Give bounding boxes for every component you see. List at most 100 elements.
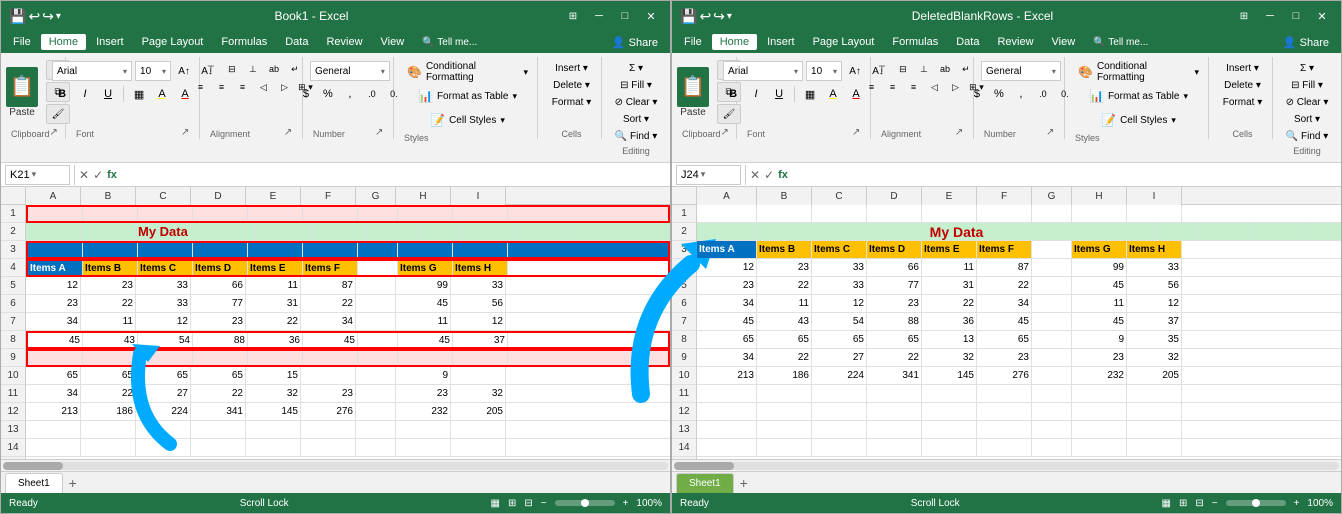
cell-2a-1[interactable] — [26, 223, 81, 240]
align-top-btn-1[interactable]: ⊤ — [201, 61, 221, 77]
font-name-box-2[interactable]: Arial ▾ — [723, 61, 803, 81]
cond-format-btn-1[interactable]: 🎨 Conditional Formatting ▾ — [404, 61, 531, 83]
col-header-d-2[interactable]: D — [867, 187, 922, 205]
scrollbar-h-2[interactable] — [672, 459, 1341, 471]
cell-3e-1[interactable] — [248, 243, 303, 257]
cell-9c-2[interactable]: 27 — [812, 349, 867, 366]
cell-8a-2[interactable]: 65 — [697, 331, 757, 348]
cell-13g-2[interactable] — [1032, 421, 1072, 438]
cell-14f-2[interactable] — [977, 439, 1032, 456]
cell-5d-2[interactable]: 77 — [867, 277, 922, 294]
menu-view-2[interactable]: View — [1044, 34, 1084, 50]
italic-btn-2[interactable]: I — [746, 84, 766, 104]
cell-4a-2[interactable]: 12 — [697, 259, 757, 276]
cell-3c-1[interactable] — [138, 243, 193, 257]
row-num-14-2[interactable]: 14 — [672, 439, 696, 457]
cell-14a-2[interactable] — [697, 439, 757, 456]
indent-increase-btn-1[interactable]: ▷ — [274, 79, 294, 95]
row-num-9-1[interactable]: 9 — [1, 349, 25, 367]
cell-3g-1[interactable] — [358, 243, 398, 257]
sort-btn-2[interactable]: Sort ▾ — [1290, 112, 1324, 127]
cell-7f-2[interactable]: 45 — [977, 313, 1032, 330]
cell-1b-2[interactable] — [757, 205, 812, 222]
cell-13c-1[interactable] — [136, 421, 191, 438]
cell-14i-1[interactable] — [451, 439, 506, 456]
font-size-box-2[interactable]: 10 ▾ — [806, 61, 842, 81]
col-header-b-2[interactable]: B — [757, 187, 812, 205]
cell-5i-1[interactable]: 33 — [451, 277, 506, 294]
cell-10c-1[interactable]: 65 — [136, 367, 191, 384]
cell-6h-2[interactable]: 11 — [1072, 295, 1127, 312]
scrollbar-thumb-1[interactable] — [3, 462, 63, 470]
cell-4c-1[interactable]: Items C — [138, 261, 193, 275]
font-launcher-1[interactable]: ↗ — [181, 127, 193, 139]
cell-8g-2[interactable] — [1032, 331, 1072, 348]
cell-3i-1[interactable] — [453, 243, 508, 257]
cell-5d-1[interactable]: 66 — [191, 277, 246, 294]
comma-btn-1[interactable]: , — [340, 84, 360, 104]
font-name-box-1[interactable]: Arial ▾ — [52, 61, 132, 81]
cell-9h-2[interactable]: 23 — [1072, 349, 1127, 366]
cell-4f-1[interactable]: Items F — [303, 261, 358, 275]
close-btn-2[interactable]: ✕ — [1311, 5, 1333, 27]
cell-4h-1[interactable]: Items G — [398, 261, 453, 275]
cell-7d-1[interactable]: 23 — [191, 313, 246, 330]
cell-10h-2[interactable]: 232 — [1072, 367, 1127, 384]
cell-9h-1[interactable] — [398, 351, 453, 365]
cell-3h-1[interactable] — [398, 243, 453, 257]
cell-10e-1[interactable]: 15 — [246, 367, 301, 384]
view-page-break-icon-1[interactable]: ⊟ — [524, 498, 532, 509]
scrollbar-h-1[interactable] — [1, 459, 670, 471]
cell-14g-2[interactable] — [1032, 439, 1072, 456]
font-size-box-1[interactable]: 10 ▾ — [135, 61, 171, 81]
cell-2d-1[interactable] — [256, 223, 311, 240]
comma-btn-2[interactable]: , — [1011, 84, 1031, 104]
format-table-btn-1[interactable]: 📊 Format as Table ▾ — [415, 85, 520, 107]
cell-11g-2[interactable] — [1032, 385, 1072, 402]
cell-9c-1[interactable] — [138, 351, 193, 365]
confirm-formula-2[interactable]: ✓ — [764, 168, 774, 182]
cell-4g-1[interactable] — [358, 261, 398, 275]
cell-12a-2[interactable] — [697, 403, 757, 420]
cell-3f-1[interactable] — [303, 243, 358, 257]
cancel-formula-2[interactable]: ✕ — [750, 168, 760, 182]
indent-decrease-btn-2[interactable]: ◁ — [924, 79, 944, 95]
cell-9b-2[interactable]: 22 — [757, 349, 812, 366]
cell-11c-1[interactable]: 27 — [136, 385, 191, 402]
zoom-out-btn-1[interactable]: − — [541, 498, 547, 509]
cell-7h-1[interactable]: 11 — [396, 313, 451, 330]
cell-8d-2[interactable]: 65 — [867, 331, 922, 348]
sort-btn-1[interactable]: Sort ▾ — [619, 112, 653, 127]
cell-1i-2[interactable] — [1127, 205, 1182, 222]
insert-btn-2[interactable]: Insert ▾ — [1222, 61, 1263, 76]
cell-10b-1[interactable]: 65 — [81, 367, 136, 384]
cell-14h-2[interactable] — [1072, 439, 1127, 456]
cell-11d-2[interactable] — [867, 385, 922, 402]
cell-5h-1[interactable]: 99 — [396, 277, 451, 294]
cell-3d-2[interactable]: Items D — [867, 241, 922, 258]
menu-data-1[interactable]: Data — [277, 34, 316, 50]
cell-1d-2[interactable] — [867, 205, 922, 222]
cell-4g-2[interactable] — [1032, 259, 1072, 276]
cell-14a-1[interactable] — [26, 439, 81, 456]
minimize-btn-2[interactable]: ─ — [1259, 5, 1281, 27]
cell-10c-2[interactable]: 224 — [812, 367, 867, 384]
cell-12b-1[interactable]: 186 — [81, 403, 136, 420]
delete-btn-1[interactable]: Delete ▾ — [549, 78, 594, 93]
menu-file-1[interactable]: File — [5, 34, 39, 50]
borders-btn-1[interactable]: ▦ — [129, 84, 149, 104]
new-sheet-btn-2[interactable]: + — [734, 473, 754, 493]
cell-13a-1[interactable] — [26, 421, 81, 438]
maximize-btn-2[interactable]: □ — [1285, 5, 1307, 27]
menu-insert-2[interactable]: Insert — [759, 34, 803, 50]
cell-3b-1[interactable] — [83, 243, 138, 257]
find-btn-1[interactable]: 🔍 Find ▾ — [611, 129, 661, 144]
font-launcher-2[interactable]: ↗ — [852, 127, 864, 139]
cell-8e-2[interactable]: 13 — [922, 331, 977, 348]
cell-13i-2[interactable] — [1127, 421, 1182, 438]
cell-13c-2[interactable] — [812, 421, 867, 438]
cell-5b-1[interactable]: 23 — [81, 277, 136, 294]
close-btn-1[interactable]: ✕ — [640, 5, 662, 27]
cell-2h-2[interactable] — [1197, 223, 1252, 240]
cell-1d-1[interactable] — [193, 207, 248, 221]
